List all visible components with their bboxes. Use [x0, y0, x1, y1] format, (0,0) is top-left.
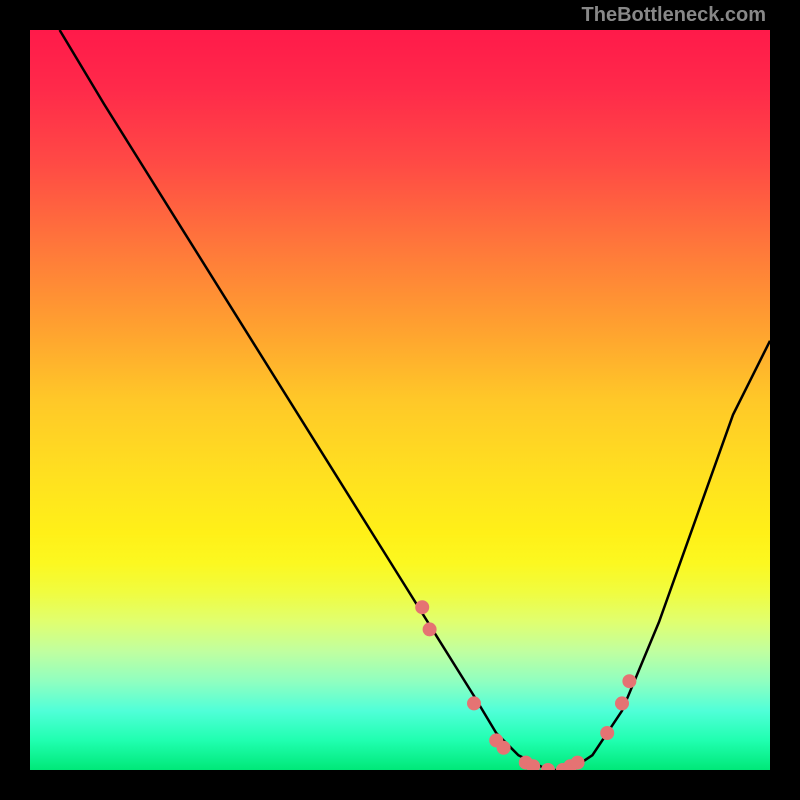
marker-point [622, 674, 636, 688]
curve-line [60, 30, 770, 770]
marker-point [415, 600, 429, 614]
marker-point [423, 622, 437, 636]
chart-container: TheBottleneck.com [0, 0, 800, 800]
bottleneck-curve [60, 30, 770, 770]
watermark-text: TheBottleneck.com [582, 4, 766, 27]
curve-svg [30, 30, 770, 770]
highlight-markers [415, 600, 636, 770]
marker-point [467, 696, 481, 710]
marker-point [615, 696, 629, 710]
marker-point [497, 741, 511, 755]
marker-point [600, 726, 614, 740]
marker-point [571, 756, 585, 770]
marker-point [541, 763, 555, 770]
plot-area [30, 30, 770, 770]
